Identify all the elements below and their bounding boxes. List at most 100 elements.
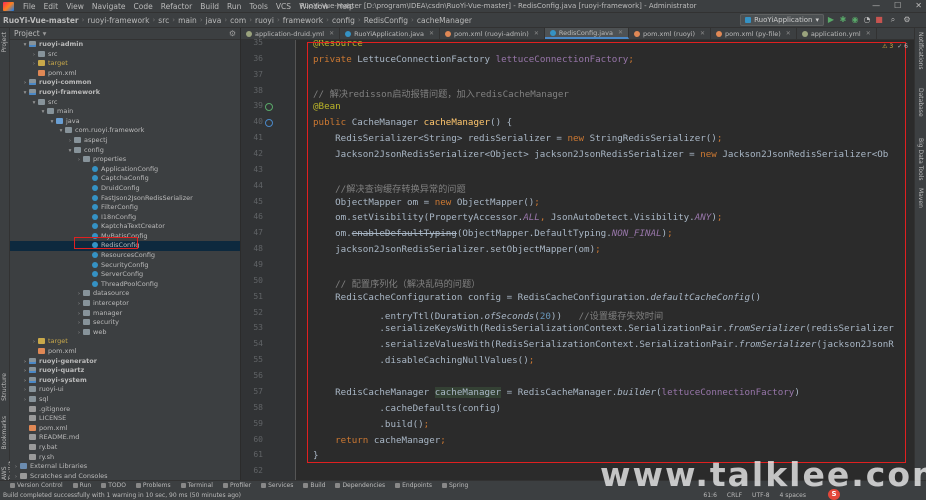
tree-item[interactable]: ▾ main [10,107,240,117]
close-tab-icon[interactable]: ✕ [866,30,871,37]
tree-item[interactable]: › datasource [10,289,240,299]
close-tab-icon[interactable]: ✕ [786,30,791,37]
project-panel-title[interactable]: Project [14,29,40,38]
tree-item[interactable]: ▾ java [10,117,240,127]
gear-icon[interactable]: ⚙ [229,29,236,38]
editor-tab[interactable]: pom.xml (ruoyi) ✕ [629,28,712,39]
run-icon[interactable]: ▶ [826,15,836,25]
close-tab-icon[interactable]: ✕ [700,30,705,37]
tree-item[interactable]: › target [10,59,240,69]
menu-file[interactable]: File [19,2,40,11]
close-tab-icon[interactable]: ✕ [329,30,334,37]
menu-refactor[interactable]: Refactor [157,2,196,11]
menu-build[interactable]: Build [196,2,223,11]
debug-icon[interactable]: ✱ [838,15,848,25]
tree-item[interactable]: ResourcesConfig [10,251,240,261]
tree-item[interactable]: FastJson2JsonRedisSerializer [10,194,240,204]
menu-navigate[interactable]: Navigate [88,2,130,11]
tree-item[interactable]: ▾ com.ruoyi.framework [10,126,240,136]
settings-icon[interactable]: ⚙ [902,15,912,25]
breadcrumb-item[interactable]: cacheManager [414,16,475,25]
tree-item[interactable]: › manager [10,309,240,319]
tree-item[interactable]: FilterConfig [10,203,240,213]
menu-vcs[interactable]: VCS [272,2,295,11]
tree-item[interactable]: KaptchaTextCreator [10,222,240,232]
tree-item[interactable]: ry.bat [10,443,240,453]
menu-tools[interactable]: Tools [245,2,271,11]
profiler-icon[interactable]: ◔ [862,15,872,25]
tree-item[interactable]: ServerConfig [10,270,240,280]
database-tool-tab[interactable]: Database [917,88,924,117]
tree-item[interactable]: › web [10,328,240,338]
close-icon[interactable]: ✕ [915,1,922,10]
bean-marker-icon[interactable] [265,103,273,112]
big-data-tools-tab[interactable]: Big Data Tools [917,138,924,181]
tool-window-button[interactable]: TODO [101,482,126,489]
tree-item[interactable]: CaptchaConfig [10,174,240,184]
breadcrumb-item[interactable]: main [175,16,200,25]
tree-item[interactable]: ▾ ruoyi-admin [10,40,240,50]
notifications-tool-tab[interactable]: Notifications [917,32,924,70]
menu-view[interactable]: View [62,2,88,11]
minimize-icon[interactable]: — [872,1,880,10]
tree-item[interactable]: I18nConfig [10,213,240,223]
tree-item[interactable]: › src [10,50,240,60]
override-marker-icon[interactable] [265,119,273,128]
tool-window-button[interactable]: Profiler [222,482,251,489]
tree-item[interactable]: ▾ config [10,146,240,156]
tree-item[interactable]: › External Libraries [10,462,240,472]
tool-window-button[interactable]: Problems [135,482,171,489]
tree-item[interactable]: › ruoyi-ui [10,385,240,395]
stop-icon[interactable]: ■ [874,15,884,25]
tree-item[interactable]: pom.xml [10,69,240,79]
tree-item[interactable]: › aspectj [10,136,240,146]
editor-tab[interactable]: RuoYiApplication.java ✕ [340,28,441,39]
tree-item[interactable]: › ruoyi-common [10,78,240,88]
tree-item[interactable]: ApplicationConfig [10,165,240,175]
tree-item[interactable]: README.md [10,433,240,443]
status-message[interactable]: Build completed successfully with 1 warn… [3,492,241,499]
close-tab-icon[interactable]: ✕ [618,29,623,36]
breadcrumb-item[interactable]: framework [280,16,326,25]
close-tab-icon[interactable]: ✕ [429,30,434,37]
tree-item[interactable]: › ruoyi-generator [10,357,240,367]
maximize-icon[interactable]: ☐ [894,1,901,10]
project-tool-tab[interactable]: Project [1,32,8,53]
tool-window-button[interactable]: Run [72,482,91,489]
menu-run[interactable]: Run [223,2,245,11]
chevron-down-icon[interactable]: ▾ [43,29,47,38]
tree-item[interactable]: LICENSE [10,414,240,424]
editor-tab[interactable]: application.yml ✕ [797,28,877,39]
bookmarks-tool-tab[interactable]: Bookmarks [1,416,8,450]
tree-item[interactable]: pom.xml [10,424,240,434]
tree-item[interactable]: SecurityConfig [10,261,240,271]
tree-item[interactable]: › sql [10,395,240,405]
run-configuration-select[interactable]: RuoYiApplication ▾ [740,14,824,26]
breadcrumb-item[interactable]: ruoyi [252,16,277,25]
editor-tab[interactable]: pom.xml (py-file) ✕ [711,28,797,39]
menu-edit[interactable]: Edit [40,2,63,11]
inspection-widget[interactable]: ⚠ 3 ✓ 6 [882,43,908,50]
tree-item[interactable]: › target [10,337,240,347]
tree-item[interactable]: ▾ src [10,98,240,108]
breadcrumb-item[interactable]: com [227,16,249,25]
tree-item[interactable]: › ruoyi-quartz [10,366,240,376]
maven-tool-tab[interactable]: Maven [917,188,924,208]
tree-item[interactable]: ▾ ruoyi-framework [10,88,240,98]
breadcrumb-item[interactable]: RuoYi-Vue-master [0,16,82,25]
tool-window-button[interactable]: Endpoints [395,482,432,489]
tree-item[interactable]: .gitignore [10,405,240,415]
menu-code[interactable]: Code [130,2,157,11]
close-tab-icon[interactable]: ✕ [534,30,539,37]
breadcrumb-item[interactable]: config [329,16,358,25]
structure-tool-tab[interactable]: Structure [1,373,8,401]
tree-item[interactable]: ThreadPoolConfig [10,280,240,290]
breadcrumb-item[interactable]: src [155,16,172,25]
breadcrumb-item[interactable]: RedisConfig [361,16,411,25]
coverage-icon[interactable]: ◉ [850,15,860,25]
tree-item[interactable]: DruidConfig [10,184,240,194]
tree-item[interactable]: ry.sh [10,453,240,463]
tool-window-button[interactable]: Services [261,482,293,489]
editor-tab[interactable]: RedisConfig.java ✕ [544,28,629,39]
tree-item[interactable]: pom.xml [10,347,240,357]
